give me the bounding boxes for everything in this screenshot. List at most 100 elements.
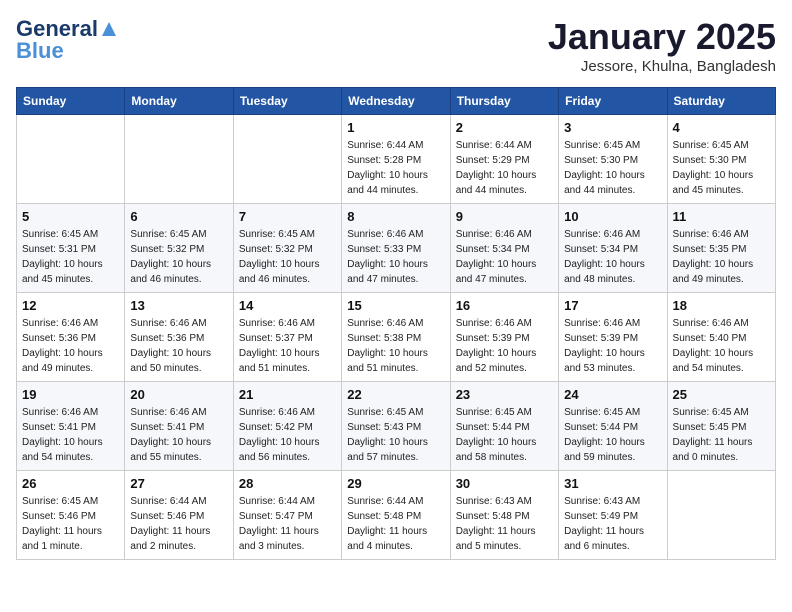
day-info: Sunrise: 6:45 AM Sunset: 5:32 PM Dayligh…: [130, 227, 227, 287]
logo: General Blue: [16, 16, 118, 64]
day-info: Sunrise: 6:46 AM Sunset: 5:38 PM Dayligh…: [347, 316, 444, 376]
calendar-cell: [17, 115, 125, 204]
calendar-header-saturday: Saturday: [667, 88, 775, 115]
day-info: Sunrise: 6:45 AM Sunset: 5:31 PM Dayligh…: [22, 227, 119, 287]
day-number: 24: [564, 387, 661, 402]
day-info: Sunrise: 6:46 AM Sunset: 5:42 PM Dayligh…: [239, 405, 336, 465]
day-number: 23: [456, 387, 553, 402]
day-number: 2: [456, 120, 553, 135]
calendar-cell: 8Sunrise: 6:46 AM Sunset: 5:33 PM Daylig…: [342, 204, 450, 293]
day-info: Sunrise: 6:46 AM Sunset: 5:35 PM Dayligh…: [673, 227, 770, 287]
day-info: Sunrise: 6:46 AM Sunset: 5:41 PM Dayligh…: [130, 405, 227, 465]
calendar-header-thursday: Thursday: [450, 88, 558, 115]
day-number: 22: [347, 387, 444, 402]
day-number: 25: [673, 387, 770, 402]
calendar-cell: 22 Sunrise: 6:45 AM Sunset: 5:43 PM Dayli…: [342, 382, 450, 471]
day-info: Sunrise: 6:46 AM Sunset: 5:40 PM Dayligh…: [673, 316, 770, 376]
calendar-cell: 9Sunrise: 6:46 AM Sunset: 5:34 PM Daylig…: [450, 204, 558, 293]
day-info: Sunrise: 6:45 AM Sunset: 5:46 PM Dayligh…: [22, 494, 119, 554]
day-info: Sunrise: 6:44 AM Sunset: 5:48 PM Dayligh…: [347, 494, 444, 554]
day-number: 18: [673, 298, 770, 313]
day-info: Sunrise: 6:44 AM Sunset: 5:28 PM Dayligh…: [347, 138, 444, 198]
day-info: Sunrise: 6:46 AM Sunset: 5:36 PM Dayligh…: [22, 316, 119, 376]
day-number: 30: [456, 476, 553, 491]
day-number: 16: [456, 298, 553, 313]
calendar-cell: 15 Sunrise: 6:46 AM Sunset: 5:38 PM Dayli…: [342, 293, 450, 382]
calendar-cell: 25 Sunrise: 6:45 AM Sunset: 5:45 PM Dayli…: [667, 382, 775, 471]
day-number: 13: [130, 298, 227, 313]
day-number: 6: [130, 209, 227, 224]
calendar-cell: 20 Sunrise: 6:46 AM Sunset: 5:41 PM Dayli…: [125, 382, 233, 471]
calendar-cell: 19Sunrise: 6:46 AM Sunset: 5:41 PM Dayli…: [17, 382, 125, 471]
day-number: 12: [22, 298, 119, 313]
day-number: 8: [347, 209, 444, 224]
day-info: Sunrise: 6:45 AM Sunset: 5:43 PM Dayligh…: [347, 405, 444, 465]
day-info: Sunrise: 6:45 AM Sunset: 5:30 PM Dayligh…: [673, 138, 770, 198]
day-info: Sunrise: 6:45 AM Sunset: 5:32 PM Dayligh…: [239, 227, 336, 287]
location-subtitle: Jessore, Khulna, Bangladesh: [548, 58, 776, 75]
calendar-cell: 30 Sunrise: 6:43 AM Sunset: 5:48 PM Dayli…: [450, 471, 558, 560]
day-info: Sunrise: 6:46 AM Sunset: 5:39 PM Dayligh…: [564, 316, 661, 376]
calendar-cell: 2 Sunrise: 6:44 AM Sunset: 5:29 PM Daylig…: [450, 115, 558, 204]
day-info: Sunrise: 6:46 AM Sunset: 5:34 PM Dayligh…: [564, 227, 661, 287]
day-number: 29: [347, 476, 444, 491]
calendar-cell: 29 Sunrise: 6:44 AM Sunset: 5:48 PM Dayli…: [342, 471, 450, 560]
calendar-header-wednesday: Wednesday: [342, 88, 450, 115]
day-number: 14: [239, 298, 336, 313]
calendar-cell: 3 Sunrise: 6:45 AM Sunset: 5:30 PM Daylig…: [559, 115, 667, 204]
calendar-cell: 1 Sunrise: 6:44 AM Sunset: 5:28 PM Daylig…: [342, 115, 450, 204]
calendar-cell: 6 Sunrise: 6:45 AM Sunset: 5:32 PM Daylig…: [125, 204, 233, 293]
calendar-cell: 10Sunrise: 6:46 AM Sunset: 5:34 PM Dayli…: [559, 204, 667, 293]
logo-triangle-icon: [100, 20, 118, 38]
day-info: Sunrise: 6:45 AM Sunset: 5:44 PM Dayligh…: [564, 405, 661, 465]
calendar-week-row: 1 Sunrise: 6:44 AM Sunset: 5:28 PM Daylig…: [17, 115, 776, 204]
calendar-cell: 23 Sunrise: 6:45 AM Sunset: 5:44 PM Dayli…: [450, 382, 558, 471]
calendar-cell: 27 Sunrise: 6:44 AM Sunset: 5:46 PM Dayli…: [125, 471, 233, 560]
calendar-week-row: 12 Sunrise: 6:46 AM Sunset: 5:36 PM Dayli…: [17, 293, 776, 382]
calendar-cell: 11Sunrise: 6:46 AM Sunset: 5:35 PM Dayli…: [667, 204, 775, 293]
day-info: Sunrise: 6:44 AM Sunset: 5:29 PM Dayligh…: [456, 138, 553, 198]
calendar-week-row: 5Sunrise: 6:45 AM Sunset: 5:31 PM Daylig…: [17, 204, 776, 293]
day-info: Sunrise: 6:43 AM Sunset: 5:48 PM Dayligh…: [456, 494, 553, 554]
calendar-cell: [667, 471, 775, 560]
calendar-cell: 12 Sunrise: 6:46 AM Sunset: 5:36 PM Dayli…: [17, 293, 125, 382]
title-area: January 2025 Jessore, Khulna, Bangladesh: [548, 16, 776, 75]
logo-blue: Blue: [16, 38, 64, 64]
day-number: 1: [347, 120, 444, 135]
calendar-cell: 17 Sunrise: 6:46 AM Sunset: 5:39 PM Dayli…: [559, 293, 667, 382]
day-number: 17: [564, 298, 661, 313]
day-number: 9: [456, 209, 553, 224]
calendar-cell: 21 Sunrise: 6:46 AM Sunset: 5:42 PM Dayli…: [233, 382, 341, 471]
day-number: 4: [673, 120, 770, 135]
day-info: Sunrise: 6:45 AM Sunset: 5:45 PM Dayligh…: [673, 405, 770, 465]
day-number: 19: [22, 387, 119, 402]
calendar-header-tuesday: Tuesday: [233, 88, 341, 115]
day-number: 27: [130, 476, 227, 491]
calendar-cell: [125, 115, 233, 204]
day-number: 3: [564, 120, 661, 135]
calendar-cell: 28 Sunrise: 6:44 AM Sunset: 5:47 PM Dayli…: [233, 471, 341, 560]
day-info: Sunrise: 6:43 AM Sunset: 5:49 PM Dayligh…: [564, 494, 661, 554]
day-number: 7: [239, 209, 336, 224]
calendar-cell: 24 Sunrise: 6:45 AM Sunset: 5:44 PM Dayli…: [559, 382, 667, 471]
calendar-header-sunday: Sunday: [17, 88, 125, 115]
day-info: Sunrise: 6:44 AM Sunset: 5:47 PM Dayligh…: [239, 494, 336, 554]
day-number: 26: [22, 476, 119, 491]
calendar-week-row: 26 Sunrise: 6:45 AM Sunset: 5:46 PM Dayli…: [17, 471, 776, 560]
day-number: 28: [239, 476, 336, 491]
month-title: January 2025: [548, 16, 776, 58]
calendar-cell: [233, 115, 341, 204]
calendar-cell: 26 Sunrise: 6:45 AM Sunset: 5:46 PM Dayli…: [17, 471, 125, 560]
day-info: Sunrise: 6:45 AM Sunset: 5:44 PM Dayligh…: [456, 405, 553, 465]
calendar-cell: 16Sunrise: 6:46 AM Sunset: 5:39 PM Dayli…: [450, 293, 558, 382]
day-number: 21: [239, 387, 336, 402]
calendar-header-monday: Monday: [125, 88, 233, 115]
day-info: Sunrise: 6:44 AM Sunset: 5:46 PM Dayligh…: [130, 494, 227, 554]
calendar-cell: 4 Sunrise: 6:45 AM Sunset: 5:30 PM Daylig…: [667, 115, 775, 204]
calendar-week-row: 19 Sunrise: 6:46 AM Sunset: 5:41 PM Dayli…: [17, 382, 776, 471]
day-info: Sunrise: 6:46 AM Sunset: 5:37 PM Dayligh…: [239, 316, 336, 376]
day-number: 15: [347, 298, 444, 313]
calendar-table: SundayMondayTuesdayWednesdayThursdayFrid…: [16, 87, 776, 560]
day-info: Sunrise: 6:45 AM Sunset: 5:30 PM Dayligh…: [564, 138, 661, 198]
day-number: 20: [130, 387, 227, 402]
